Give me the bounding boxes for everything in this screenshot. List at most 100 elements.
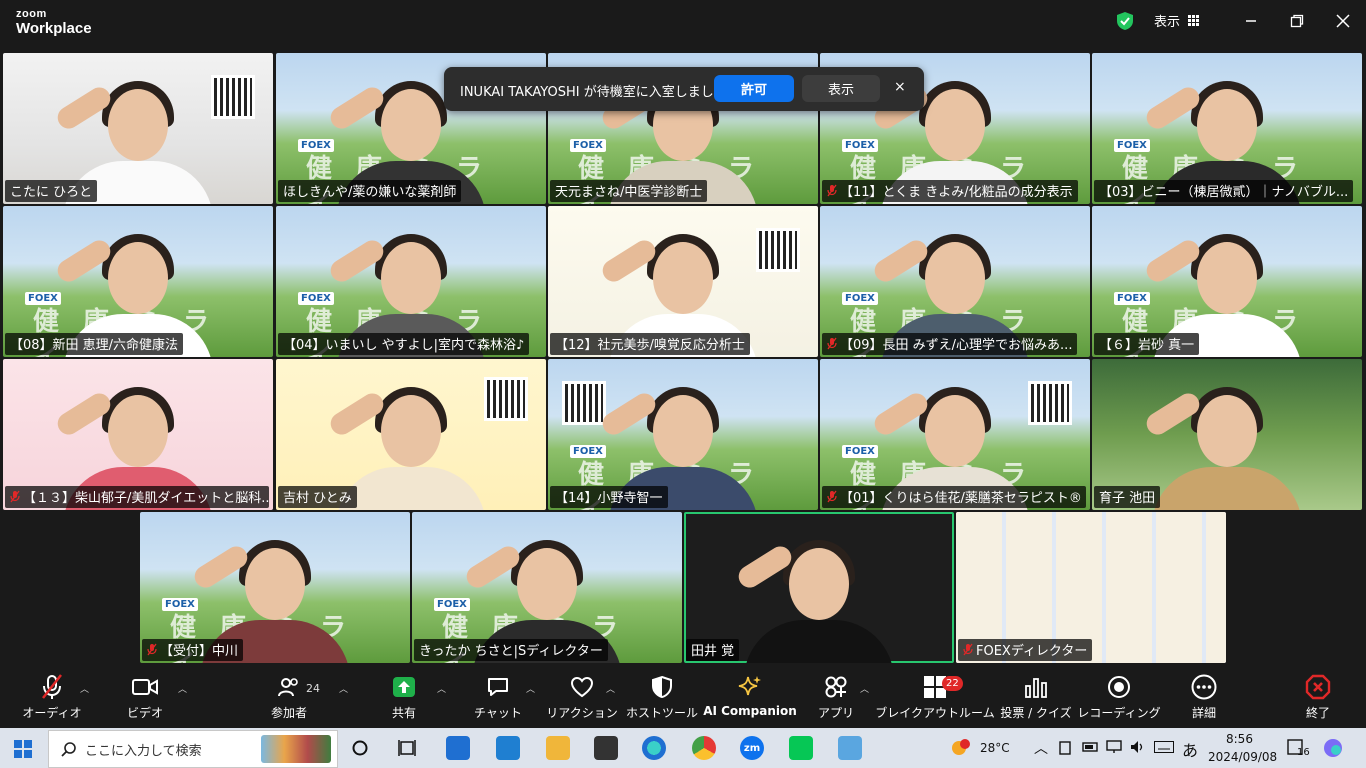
participant-video-tile[interactable]: 健康ミライFOEX【６】岩砂 真一: [1092, 206, 1362, 357]
participant-video-tile[interactable]: 健康ミライFOEX【04】いまいし やすよし|室内で森林浴♪: [276, 206, 546, 357]
more-dots-icon: [1191, 672, 1217, 702]
host-shield-icon: [651, 672, 673, 702]
participant-video-tile[interactable]: こたに ひろと: [3, 53, 273, 204]
admit-button[interactable]: 許可: [714, 75, 794, 102]
ai-companion-button[interactable]: AI Companion: [703, 672, 797, 724]
zoom-app-icon[interactable]: zm: [740, 736, 764, 760]
chat-options-caret-icon[interactable]: ︿: [526, 682, 535, 695]
clock-time[interactable]: 8:56: [1226, 732, 1253, 746]
video-camera-icon: [132, 672, 158, 702]
share-screen-icon: [392, 672, 416, 702]
video-options-caret-icon[interactable]: ︿: [178, 682, 187, 695]
store-app-icon[interactable]: [446, 736, 470, 760]
copilot-icon[interactable]: [1322, 737, 1344, 762]
restore-icon[interactable]: [1286, 10, 1308, 32]
close-notification-icon[interactable]: ×: [894, 79, 906, 95]
participant-video-tile[interactable]: 吉村 ひとみ: [276, 359, 546, 510]
apps-button[interactable]: アプリ: [818, 672, 854, 724]
participant-video-tile[interactable]: 健康ミライFOEX【01】くりはら佳花/薬膳茶セラピスト®: [820, 359, 1090, 510]
participant-name: ほしきんや/薬の嫌いな薬剤師: [283, 185, 457, 200]
calculator-app-icon[interactable]: [594, 736, 618, 760]
share-button[interactable]: 共有: [384, 672, 424, 724]
participant-name: きったか ちさと|Sディレクター: [419, 644, 603, 659]
participant-name: 【08】新田 恵理/六命健康法: [10, 338, 179, 353]
participants-options-caret-icon[interactable]: ︿: [339, 682, 348, 695]
encryption-shield-icon[interactable]: [1116, 11, 1134, 31]
participant-video-tile[interactable]: 健康ミライFOEX【受付】中川: [140, 512, 410, 663]
volume-icon[interactable]: [1130, 740, 1146, 757]
participant-video-tile[interactable]: 健康ミライFOEXきったか ちさと|Sディレクター: [412, 512, 682, 663]
participant-name-tag: 【12】社元美歩/嗅覚反応分析士: [550, 333, 750, 355]
taskbar-search-box[interactable]: ここに入力して検索: [48, 730, 338, 768]
keyboard-icon[interactable]: [1154, 741, 1174, 756]
qr-code-icon: [1028, 381, 1072, 425]
show-waiting-room-button[interactable]: 表示: [802, 75, 880, 102]
tile-background-logo: FOEX: [434, 598, 470, 611]
tray-app-icon[interactable]: [1058, 740, 1072, 759]
share-label: 共有: [391, 706, 416, 720]
recording-label: レコーディング: [1077, 706, 1161, 720]
participant-video-tile[interactable]: 【12】社元美歩/嗅覚反応分析士: [548, 206, 818, 357]
ai-companion-label: AI Companion: [703, 704, 797, 718]
participants-button[interactable]: 参加者: [268, 672, 310, 724]
mail-app-icon[interactable]: [496, 736, 520, 760]
folder-app-icon[interactable]: [838, 736, 862, 760]
polls-button[interactable]: 投票 / クイズ: [1000, 672, 1072, 724]
clock-date[interactable]: 2024/09/08: [1208, 750, 1277, 764]
reactions-button[interactable]: リアクション: [546, 672, 618, 724]
weather-temperature[interactable]: 28°C: [980, 741, 1010, 755]
waiting-room-notification: INUKAI TAKAYOSHI が待機室に入室しました 許可 表示 ×: [444, 67, 924, 111]
audio-options-caret-icon[interactable]: ︿: [80, 682, 89, 695]
participant-name: 田井 覚: [691, 644, 735, 659]
apps-options-caret-icon[interactable]: ︿: [860, 682, 869, 695]
participant-video-tile[interactable]: 健康ミライFOEX【09】長田 みずえ/心理学でお悩みあ...: [820, 206, 1090, 357]
participant-video-tile[interactable]: 【１３】柴山郁子/美肌ダイエットと脳科...: [3, 359, 273, 510]
participant-video-person: [734, 528, 894, 663]
network-icon[interactable]: [1106, 740, 1122, 757]
chat-button[interactable]: チャット: [474, 672, 522, 724]
more-label: 詳細: [1191, 706, 1216, 720]
participant-video-tile[interactable]: 健康ミライFOEX【08】新田 恵理/六命健康法: [3, 206, 273, 357]
windows-start-icon[interactable]: [14, 740, 32, 762]
reactions-options-caret-icon[interactable]: ︿: [606, 682, 615, 695]
video-button[interactable]: ビデオ: [124, 672, 166, 724]
participant-video-tile[interactable]: FOEXディレクター: [956, 512, 1226, 663]
participant-video-tile[interactable]: 田井 覚: [684, 512, 954, 663]
close-window-icon[interactable]: [1332, 10, 1354, 32]
polls-label: 投票 / クイズ: [1000, 706, 1072, 720]
file-explorer-icon[interactable]: [546, 736, 570, 760]
recording-button[interactable]: レコーディング: [1077, 672, 1161, 724]
video-label: ビデオ: [126, 706, 163, 720]
chrome-browser-icon[interactable]: [692, 736, 716, 760]
participant-name: 【受付】中川: [160, 644, 239, 659]
participants-icon: [277, 672, 301, 702]
task-view-icon[interactable]: [398, 739, 416, 761]
host-tools-button[interactable]: ホストツール: [626, 672, 698, 724]
minimize-icon[interactable]: [1240, 10, 1262, 32]
tile-background-logo: FOEX: [1114, 292, 1150, 305]
breakout-rooms-button[interactable]: ブレイクアウトルーム: [875, 672, 995, 724]
end-meeting-button[interactable]: 終了: [1300, 672, 1336, 724]
search-highlight-books-icon: [261, 735, 331, 763]
line-app-icon[interactable]: [789, 736, 813, 760]
more-button[interactable]: 詳細: [1186, 672, 1222, 724]
muted-microphone-icon: [827, 490, 837, 503]
weather-icon[interactable]: [950, 738, 972, 761]
participant-video-tile[interactable]: 育子 池田: [1092, 359, 1362, 510]
ime-indicator[interactable]: あ: [1182, 737, 1198, 761]
audio-button[interactable]: オーディオ: [22, 672, 82, 724]
tile-background-logo: FOEX: [842, 139, 878, 152]
breakout-rooms-badge: 22: [942, 676, 963, 691]
participant-video-tile[interactable]: 健康ミライFOEX【03】ビニー（棟居微貳）｜ナノバブル...: [1092, 53, 1362, 204]
share-options-caret-icon[interactable]: ︿: [437, 682, 446, 695]
view-label: 表示: [1154, 15, 1181, 30]
edge-browser-icon[interactable]: [642, 736, 666, 760]
participant-name-tag: こたに ひろと: [5, 180, 98, 202]
cortana-circle-icon[interactable]: [352, 740, 368, 760]
view-button[interactable]: 表示: [1154, 11, 1200, 30]
participant-name: こたに ひろと: [10, 185, 93, 200]
participant-name-tag: 田井 覚: [686, 639, 740, 661]
battery-icon[interactable]: [1082, 740, 1100, 757]
participant-video-tile[interactable]: 健康ミライFOEX【14】小野寺智一: [548, 359, 818, 510]
show-hidden-icons-icon[interactable]: ︿: [1034, 738, 1048, 758]
